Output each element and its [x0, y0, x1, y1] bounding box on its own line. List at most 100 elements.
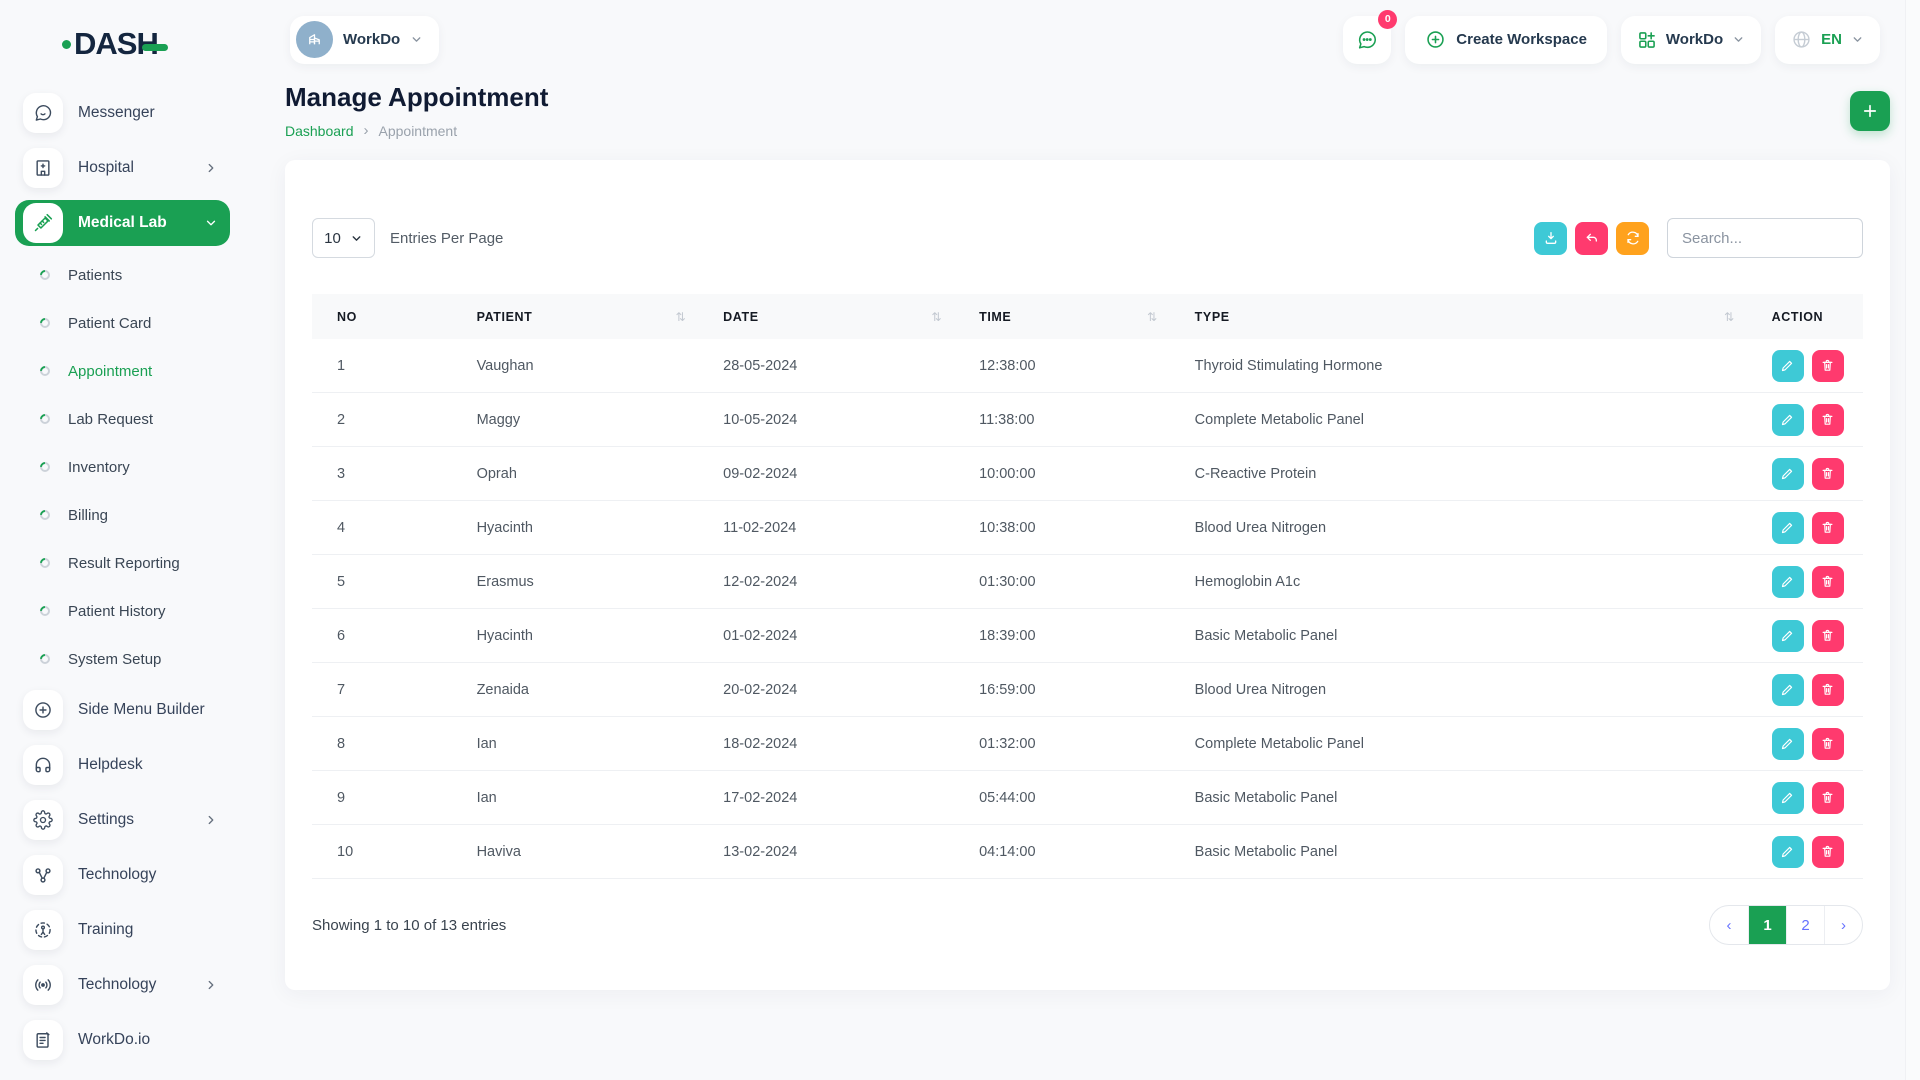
sidebar-item-lab-request[interactable]: Lab Request [15, 399, 230, 439]
cell-time: 01:30:00 [954, 555, 1170, 609]
entries-per-page-select[interactable]: 10 [312, 218, 375, 258]
ring-bullet-icon [38, 364, 52, 378]
column-header-no[interactable]: NO [312, 294, 452, 339]
sidebar-item-patients[interactable]: Patients [15, 255, 230, 295]
delete-button[interactable] [1812, 782, 1844, 814]
delete-button[interactable] [1812, 512, 1844, 544]
table-row: 10 Haviva 13-02-2024 04:14:00 Basic Meta… [312, 825, 1863, 879]
delete-button[interactable] [1812, 836, 1844, 868]
sidebar-item-helpdesk[interactable]: Helpdesk [15, 742, 230, 788]
pencil-icon [1780, 520, 1795, 535]
trash-icon [1820, 358, 1835, 373]
table-row: 2 Maggy 10-05-2024 11:38:00 Complete Met… [312, 393, 1863, 447]
language-selector[interactable]: EN [1775, 16, 1880, 64]
edit-button[interactable] [1772, 782, 1804, 814]
edit-button[interactable] [1772, 458, 1804, 490]
sidebar-item-messenger[interactable]: Messenger [15, 90, 230, 136]
cell-no: 8 [312, 717, 452, 771]
refresh-button[interactable] [1616, 222, 1649, 255]
trash-icon [1820, 412, 1835, 427]
edit-button[interactable] [1772, 674, 1804, 706]
column-header-type[interactable]: TYPE⇅ [1170, 294, 1747, 339]
sidebar-item-label: Hospital [78, 159, 134, 177]
cell-time: 04:14:00 [954, 825, 1170, 879]
sidebar-item-technology[interactable]: Technology [15, 852, 230, 898]
broadcast-icon [23, 965, 63, 1005]
edit-button[interactable] [1772, 566, 1804, 598]
sidebar-item-settings[interactable]: Settings [15, 797, 230, 843]
table-row: 1 Vaughan 28-05-2024 12:38:00 Thyroid St… [312, 339, 1863, 393]
medical-lab-submenu: Patients Patient Card Appointment Lab Re… [15, 255, 230, 679]
trash-icon [1820, 736, 1835, 751]
pagination-page-1[interactable]: 1 [1748, 906, 1786, 944]
edit-button[interactable] [1772, 836, 1804, 868]
cell-patient: Maggy [452, 393, 699, 447]
hospital-icon [23, 148, 63, 188]
scrollbar[interactable] [1905, 0, 1920, 1080]
edit-button[interactable] [1772, 404, 1804, 436]
cell-no: 1 [312, 339, 452, 393]
app-logo[interactable]: DASH [62, 26, 168, 62]
download-icon [1543, 230, 1559, 246]
cell-date: 10-05-2024 [698, 393, 954, 447]
table-row: 8 Ian 18-02-2024 01:32:00 Complete Metab… [312, 717, 1863, 771]
sidebar-item-workdo-io[interactable]: WorkDo.io [15, 1017, 230, 1063]
workspace-selector[interactable]: WorkDo [290, 16, 439, 64]
delete-button[interactable] [1812, 458, 1844, 490]
column-header-patient[interactable]: PATIENT⇅ [452, 294, 699, 339]
sidebar-item-inventory[interactable]: Inventory [15, 447, 230, 487]
table-row: 7 Zenaida 20-02-2024 16:59:00 Blood Urea… [312, 663, 1863, 717]
chat-button[interactable]: 0 [1343, 16, 1391, 64]
search-input[interactable] [1667, 218, 1863, 258]
sort-icon[interactable]: ⇅ [1724, 310, 1735, 324]
export-button[interactable] [1534, 222, 1567, 255]
delete-button[interactable] [1812, 620, 1844, 652]
edit-button[interactable] [1772, 512, 1804, 544]
workdo-menu-button[interactable]: WorkDo [1621, 16, 1761, 64]
pagination-prev[interactable]: ‹ [1710, 906, 1748, 944]
sidebar-item-patient-history[interactable]: Patient History [15, 591, 230, 631]
delete-button[interactable] [1812, 674, 1844, 706]
sidebar-item-label: Training [78, 921, 133, 939]
pencil-icon [1780, 412, 1795, 427]
sidebar-item-hospital[interactable]: Hospital [15, 145, 230, 191]
sort-icon[interactable]: ⇅ [1147, 310, 1158, 324]
edit-button[interactable] [1772, 350, 1804, 382]
pagination-page-2[interactable]: 2 [1786, 906, 1824, 944]
sidebar-item-side-menu-builder[interactable]: Side Menu Builder [15, 687, 230, 733]
sidebar-item-system-setup[interactable]: System Setup [15, 639, 230, 679]
trash-icon [1820, 520, 1835, 535]
sidebar-item-patient-card[interactable]: Patient Card [15, 303, 230, 343]
chevron-down-icon [410, 33, 423, 46]
sidebar-item-billing[interactable]: Billing [15, 495, 230, 535]
pagination-next[interactable]: › [1824, 906, 1862, 944]
edit-button[interactable] [1772, 728, 1804, 760]
sidebar-item-training[interactable]: Training [15, 907, 230, 953]
submenu-item-label: Patient History [68, 603, 166, 620]
edit-button[interactable] [1772, 620, 1804, 652]
undo-button[interactable] [1575, 222, 1608, 255]
column-header-date[interactable]: DATE⇅ [698, 294, 954, 339]
cell-type: Blood Urea Nitrogen [1170, 663, 1747, 717]
sidebar-item-result-reporting[interactable]: Result Reporting [15, 543, 230, 583]
sort-icon[interactable]: ⇅ [676, 310, 687, 324]
cell-time: 10:38:00 [954, 501, 1170, 555]
column-header-time[interactable]: TIME⇅ [954, 294, 1170, 339]
sidebar-item-appointment[interactable]: Appointment [15, 351, 230, 391]
card-footer: Showing 1 to 10 of 13 entries ‹ 1 2 › [312, 905, 1863, 945]
chevron-down-icon [350, 232, 363, 245]
sidebar-item-medical-lab[interactable]: Medical Lab [15, 200, 230, 246]
delete-button[interactable] [1812, 566, 1844, 598]
sidebar-item-technology-2[interactable]: Technology [15, 962, 230, 1008]
delete-button[interactable] [1812, 404, 1844, 436]
breadcrumb-dashboard-link[interactable]: Dashboard [285, 123, 354, 139]
delete-button[interactable] [1812, 350, 1844, 382]
sort-icon[interactable]: ⇅ [931, 310, 942, 324]
cell-type: Complete Metabolic Panel [1170, 717, 1747, 771]
delete-button[interactable] [1812, 728, 1844, 760]
add-appointment-button[interactable] [1850, 91, 1890, 131]
cell-time: 11:38:00 [954, 393, 1170, 447]
create-workspace-button[interactable]: Create Workspace [1405, 16, 1607, 64]
cell-type: Hemoglobin A1c [1170, 555, 1747, 609]
ring-bullet-icon [38, 556, 52, 570]
